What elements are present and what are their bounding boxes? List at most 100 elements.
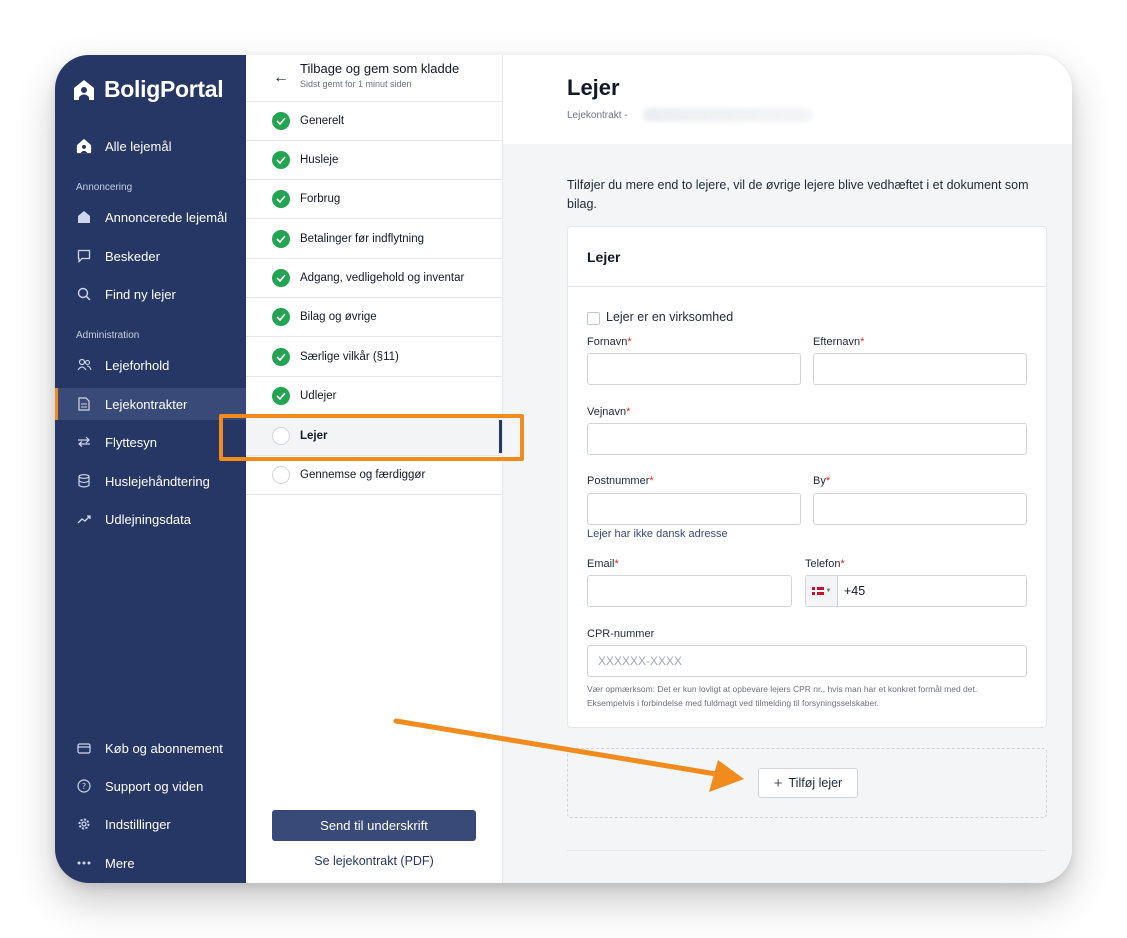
svg-text:?: ?: [82, 782, 86, 791]
sidebar: BoligPortal Alle lejemål Annoncering Ann…: [55, 55, 246, 883]
sidebar-item-lejeforhold[interactable]: Lejeforhold: [55, 349, 246, 381]
step-udlejer[interactable]: Udlejer: [246, 377, 502, 416]
send-to-signature-button[interactable]: Send til underskrift: [272, 810, 476, 841]
tenant-card: Lejer Lejer er en virksomhed Fornavn* Ef…: [567, 226, 1047, 728]
trend-icon: [76, 511, 92, 527]
database-icon: [76, 473, 92, 489]
step-betalinger[interactable]: Betalinger før indflytning: [246, 220, 502, 259]
page-subtitle: Lejekontrakt -: [567, 110, 628, 121]
sidebar-item-label: Flyttesyn: [105, 434, 158, 450]
step-adgang[interactable]: Adgang, vedligehold og inventar: [246, 259, 502, 298]
check-icon: [272, 348, 290, 366]
telefon-label: Telefon*: [805, 558, 845, 570]
step-label: Adgang, vedligehold og inventar: [300, 272, 465, 284]
house-icon: [76, 209, 92, 225]
section-label-annoncering: Annoncering: [76, 182, 133, 193]
cpr-field[interactable]: [587, 645, 1027, 677]
by-field[interactable]: [813, 493, 1027, 525]
more-icon: [76, 855, 92, 871]
step-label: Betalinger før indflytning: [300, 233, 425, 245]
brand-name: BoligPortal: [104, 76, 224, 102]
intro-text: Tilføjer du mere end to lejere, vil de ø…: [567, 178, 1029, 211]
sidebar-item-huslejehaandtering[interactable]: Huslejehåndtering: [55, 465, 246, 497]
check-icon: [272, 112, 290, 130]
step-saerlige-vilkaar[interactable]: Særlige vilkår (§11): [246, 338, 502, 377]
arrow-left-icon: ←: [273, 69, 289, 86]
check-icon: [272, 308, 290, 326]
step-label: Gennemse og færdiggør: [300, 469, 426, 481]
sidebar-item-annoncerede-lejemaal[interactable]: Annoncerede lejemål: [55, 201, 246, 233]
postnummer-field[interactable]: [587, 493, 801, 525]
page-header: Lejer Lejekontrakt -: [503, 55, 1072, 144]
company-checkbox-label: Lejer er en virksomhed: [606, 310, 734, 324]
sidebar-item-label: Support og viden: [105, 778, 204, 794]
redacted-contract-name: [643, 108, 813, 122]
sidebar-item-koeb-og-abonnement[interactable]: Køb og abonnement: [55, 732, 246, 764]
help-icon: ?: [76, 778, 92, 794]
step-forbrug[interactable]: Forbrug: [246, 180, 502, 219]
sidebar-item-udlejningsdata[interactable]: Udlejningsdata: [55, 503, 246, 535]
section-label-administration: Administration: [76, 330, 140, 341]
step-gennemse[interactable]: Gennemse og færdiggør: [246, 456, 502, 495]
app-window: BoligPortal Alle lejemål Annoncering Ann…: [55, 55, 1072, 883]
no-danish-address-link[interactable]: Lejer har ikke dansk adresse: [587, 528, 728, 540]
phone-prefix: +45: [844, 584, 866, 598]
sidebar-item-indstillinger[interactable]: Indstillinger: [55, 808, 246, 840]
back-label: Tilbage og gem som kladde: [300, 61, 460, 76]
step-label: Bilag og øvrige: [300, 311, 377, 323]
sidebar-item-label: Lejeforhold: [105, 357, 170, 373]
document-icon: [76, 396, 92, 412]
main-content: Lejer Lejekontrakt - Tilføjer du mere en…: [503, 55, 1072, 883]
step-generelt[interactable]: Generelt: [246, 102, 502, 141]
card-title: Lejer: [568, 227, 1046, 287]
brand-logo[interactable]: BoligPortal: [72, 76, 224, 103]
sidebar-item-beskeder[interactable]: Beskeder: [55, 240, 246, 272]
divider: [567, 850, 1047, 851]
users-icon: [76, 357, 92, 373]
by-label: By*: [813, 475, 831, 487]
empty-circle-icon: [272, 466, 290, 484]
sidebar-item-label: Beskeder: [105, 248, 160, 264]
sidebar-item-lejekontrakter[interactable]: Lejekontrakter: [55, 388, 246, 420]
check-icon: [272, 387, 290, 405]
sidebar-item-mere[interactable]: Mere: [55, 847, 246, 879]
sidebar-item-label: Find ny lejer: [105, 286, 176, 302]
house-logo-icon: [74, 79, 94, 100]
postnummer-label: Postnummer*: [587, 475, 654, 487]
sidebar-item-label: Køb og abonnement: [105, 740, 223, 756]
company-checkbox[interactable]: [587, 312, 600, 325]
cpr-label: CPR-nummer: [587, 628, 655, 640]
plus-icon: +: [773, 774, 783, 792]
back-save-draft[interactable]: ← Tilbage og gem som kladde Sidst gemt f…: [246, 55, 502, 102]
check-icon: [272, 230, 290, 248]
efternavn-field[interactable]: [813, 353, 1027, 385]
sidebar-item-flyttesyn[interactable]: Flyttesyn: [55, 426, 246, 458]
sidebar-item-alle-lejemaal[interactable]: Alle lejemål: [55, 130, 246, 162]
sidebar-item-label: Alle lejemål: [105, 138, 172, 154]
country-code-select[interactable]: ▼: [806, 576, 838, 606]
email-field[interactable]: [587, 575, 792, 607]
caret-down-icon: ▼: [825, 588, 832, 594]
vejnavn-field[interactable]: [587, 423, 1027, 455]
view-pdf-link[interactable]: Se lejekontrakt (PDF): [272, 854, 476, 868]
add-tenant-button[interactable]: + Tilføj lejer: [758, 768, 858, 798]
check-icon: [272, 269, 290, 287]
step-husleje[interactable]: Husleje: [246, 141, 502, 180]
sidebar-item-support-og-viden[interactable]: ? Support og viden: [55, 770, 246, 802]
step-label: Husleje: [300, 154, 339, 166]
steps-panel: ← Tilbage og gem som kladde Sidst gemt f…: [246, 55, 503, 883]
fornavn-label: Fornavn*: [587, 336, 632, 348]
chat-icon: [76, 248, 92, 264]
gear-icon: [76, 816, 92, 832]
vejnavn-label: Vejnavn*: [587, 406, 631, 418]
phone-field[interactable]: ▼ +45: [805, 575, 1027, 607]
step-bilag[interactable]: Bilag og øvrige: [246, 298, 502, 337]
step-label: Forbrug: [300, 193, 341, 205]
step-label: Generelt: [300, 115, 345, 127]
sidebar-item-find-ny-lejer[interactable]: Find ny lejer: [55, 278, 246, 310]
add-tenant-label: Tilføj lejer: [788, 776, 843, 790]
highlight-box: [219, 414, 524, 461]
email-label: Email*: [587, 558, 619, 570]
sidebar-item-label: Indstillinger: [105, 816, 171, 832]
fornavn-field[interactable]: [587, 353, 801, 385]
